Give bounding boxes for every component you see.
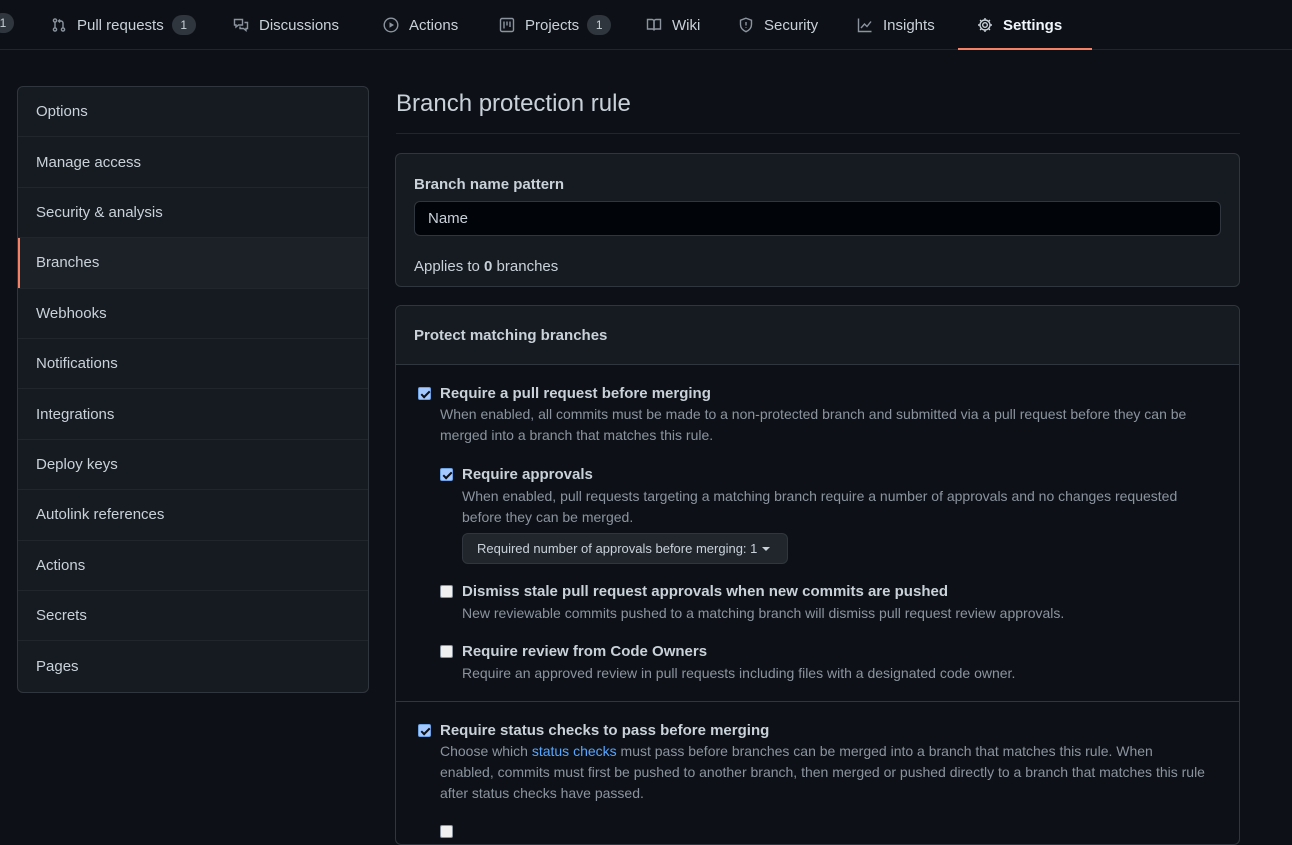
status-checks-desc-before: Choose which [440, 743, 532, 759]
tab-security[interactable]: Security [738, 0, 818, 50]
require-status-checks-title: Require status checks to pass before mer… [440, 722, 770, 739]
applies-to-text: Applies to 0 branches [414, 258, 558, 275]
protect-matching-branches-box: Protect matching branches Require a pull… [395, 305, 1240, 845]
tab-insights[interactable]: Insights [857, 0, 935, 50]
sidebar-item-manage-access[interactable]: Manage access [18, 137, 368, 188]
applies-suffix: branches [492, 258, 559, 275]
require-approvals-desc: When enabled, pull requests targeting a … [462, 488, 1178, 525]
tab-pull-requests[interactable]: Pull requests 1 [51, 0, 196, 50]
require-code-owners-checkbox[interactable] [440, 645, 453, 658]
status-checks-link[interactable]: status checks [532, 743, 617, 759]
require-status-checks-checkbox[interactable] [418, 724, 431, 737]
comment-discussion-icon [233, 17, 249, 33]
tab-counter: 1 [587, 15, 612, 35]
tab-label: Pull requests [77, 16, 164, 34]
tab-label: Discussions [259, 16, 340, 34]
section-divider [396, 701, 1239, 702]
tab-wiki[interactable]: Wiki [646, 0, 700, 50]
dismiss-stale-approvals-checkbox[interactable] [440, 585, 453, 598]
graph-icon [857, 17, 873, 33]
git-pull-request-icon [51, 17, 67, 33]
branch-name-pattern-box: Branch name pattern Applies to 0 branche… [395, 153, 1240, 287]
tab-discussions[interactable]: Discussions [233, 0, 339, 50]
title-divider [396, 133, 1240, 134]
sidebar-item-pages[interactable]: Pages [18, 641, 368, 691]
tab-label: Settings [1003, 16, 1063, 34]
require-approvals-title: Require approvals [462, 466, 593, 483]
sidebar-item-security-analysis[interactable]: Security & analysis [18, 188, 368, 239]
sidebar-item-secrets[interactable]: Secrets [18, 591, 368, 642]
tab-counter: 1 [171, 15, 196, 35]
applies-prefix: Applies to [414, 258, 485, 275]
require-pull-request-desc: When enabled, all commits must be made t… [440, 406, 1187, 443]
sidebar-item-autolink-references[interactable]: Autolink references [18, 490, 368, 541]
require-code-owners-desc: Require an approved review in pull reque… [462, 665, 1016, 681]
tab-counter-partial: 1 [0, 13, 14, 33]
book-icon [646, 17, 662, 33]
dismiss-stale-approvals-title: Dismiss stale pull request approvals whe… [462, 583, 948, 600]
branch-name-pattern-input[interactable] [414, 201, 1221, 236]
next-option-checkbox[interactable] [440, 825, 453, 838]
sidebar-item-deploy-keys[interactable]: Deploy keys [18, 440, 368, 491]
sidebar-item-notifications[interactable]: Notifications [18, 339, 368, 390]
settings-sidebar: Options Manage access Security & analysi… [17, 86, 369, 693]
page-title: Branch protection rule [396, 90, 631, 117]
tab-settings[interactable]: Settings [957, 0, 1093, 50]
protect-heading: Protect matching branches [414, 327, 608, 344]
require-approvals-checkbox[interactable] [440, 468, 453, 481]
require-status-checks-desc: Choose which status checks must pass bef… [440, 741, 1210, 804]
require-pull-request-title: Require a pull request before merging [440, 385, 711, 402]
tab-label: Actions [409, 16, 459, 34]
sidebar-item-webhooks[interactable]: Webhooks [18, 289, 368, 339]
require-code-owners-title: Require review from Code Owners [462, 643, 708, 660]
gear-icon [977, 17, 993, 33]
tab-label: Insights [883, 16, 935, 34]
tab-label: Projects [525, 16, 580, 34]
approvals-count-label: Required number of approvals before merg… [477, 541, 758, 556]
repo-nav: 1 Pull requests 1 Discussions Actions Pr… [0, 0, 1292, 50]
project-icon [499, 17, 515, 33]
branch-name-pattern-label: Branch name pattern [414, 176, 565, 193]
play-icon [383, 17, 399, 33]
protect-header: Protect matching branches [396, 306, 1239, 365]
shield-icon [738, 17, 754, 33]
tab-projects[interactable]: Projects 1 [499, 0, 612, 50]
dismiss-stale-approvals-desc: New reviewable commits pushed to a match… [462, 605, 1065, 621]
sidebar-item-options[interactable]: Options [18, 87, 368, 138]
tab-label: Wiki [672, 16, 701, 34]
require-pull-request-checkbox[interactable] [418, 387, 431, 400]
sidebar-item-actions[interactable]: Actions [18, 541, 368, 591]
sidebar-item-branches[interactable]: Branches [18, 238, 368, 289]
tab-actions[interactable]: Actions [383, 0, 458, 50]
approvals-count-dropdown[interactable]: Required number of approvals before merg… [462, 533, 788, 564]
tab-label: Security [764, 16, 819, 34]
sidebar-item-integrations[interactable]: Integrations [18, 389, 368, 440]
caret-down-icon [762, 546, 771, 551]
